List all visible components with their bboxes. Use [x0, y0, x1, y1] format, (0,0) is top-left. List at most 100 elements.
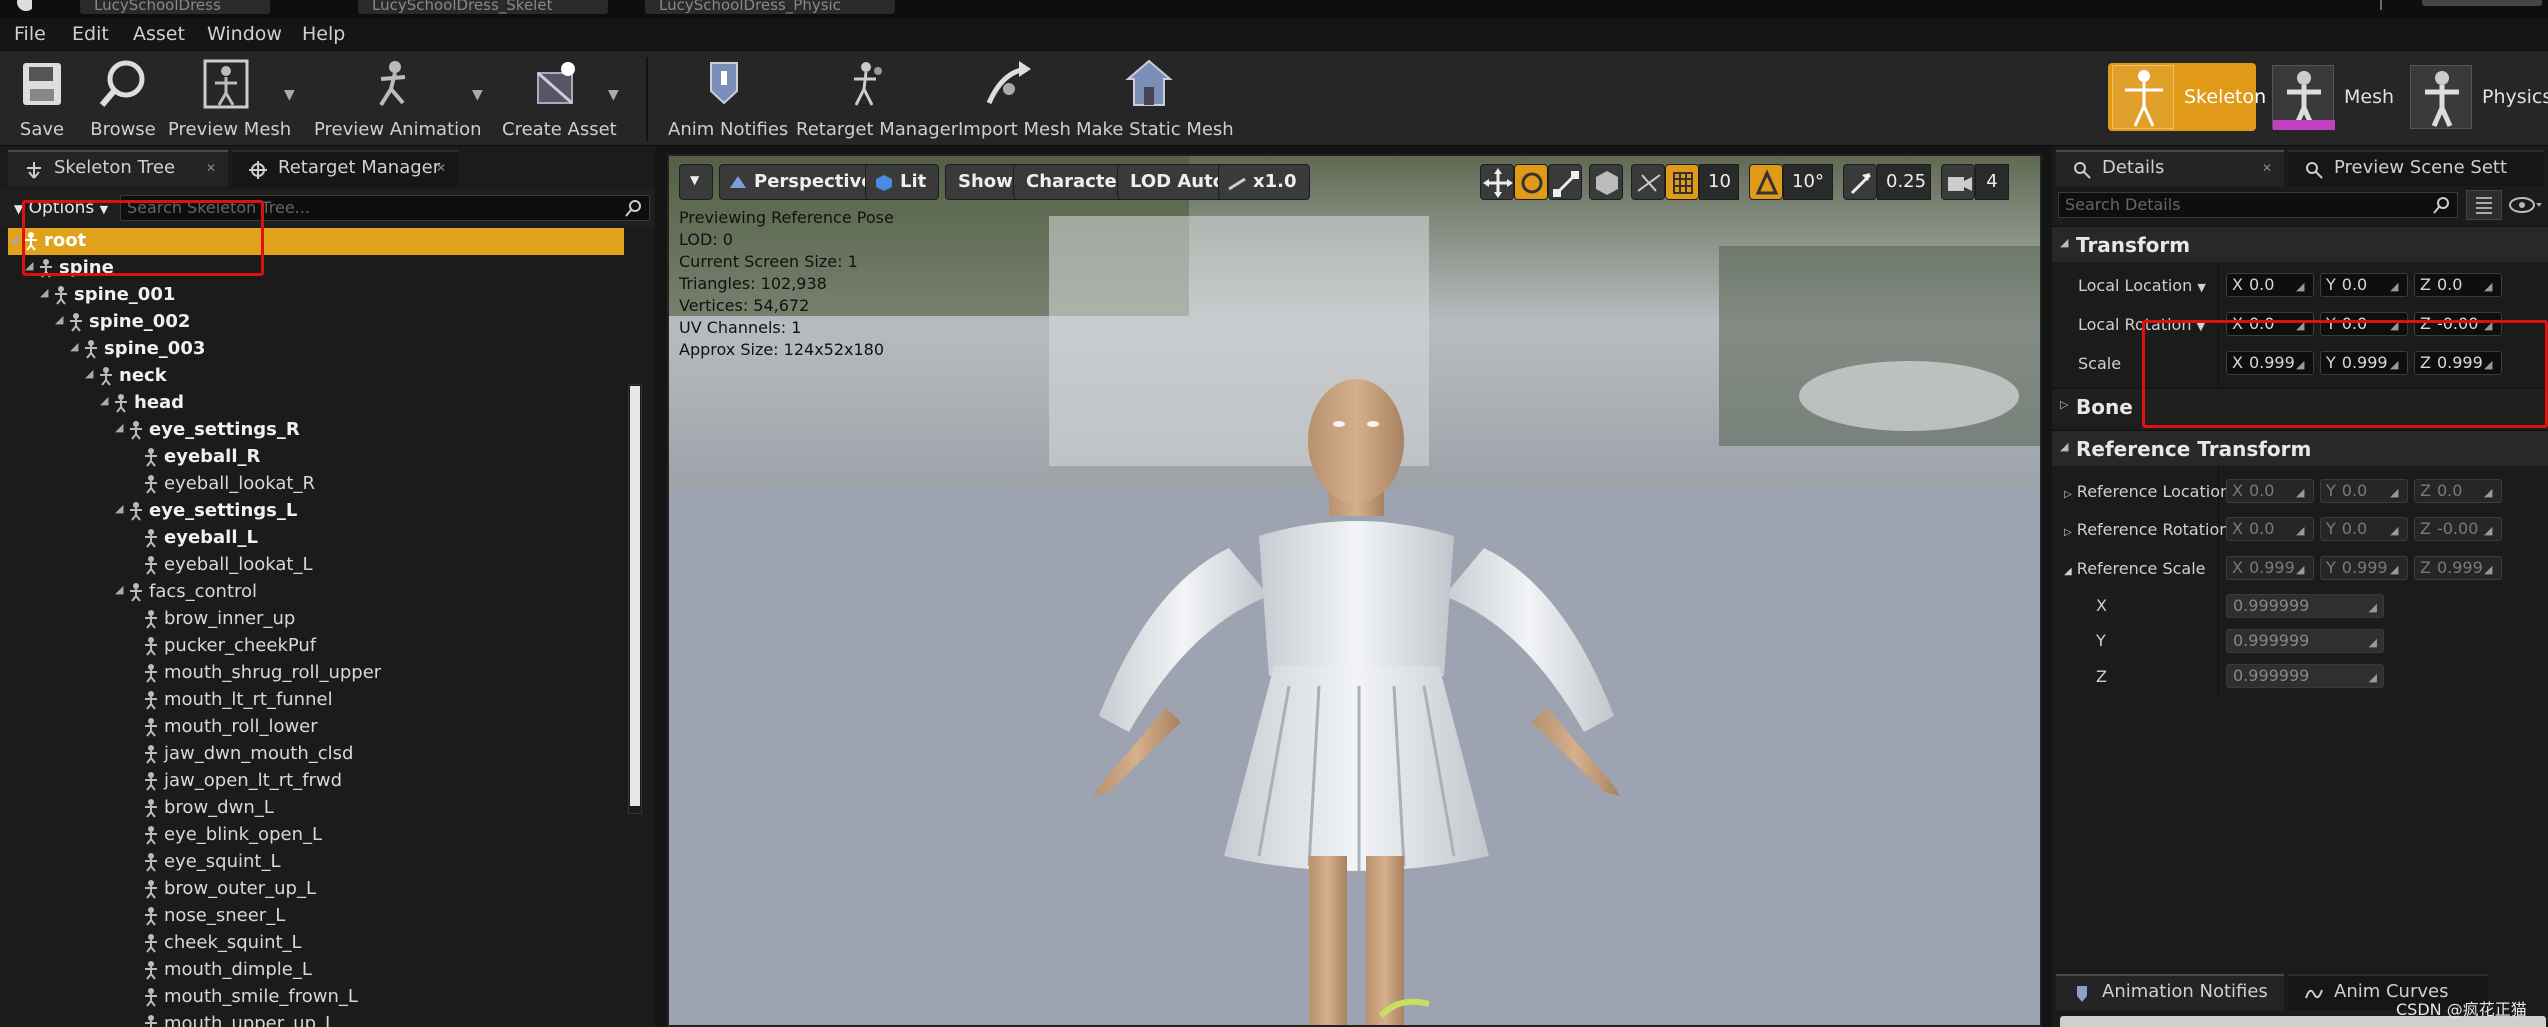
- spin-icon[interactable]: ◢: [2296, 520, 2310, 537]
- tree-row[interactable]: mouth_smile_frown_L: [8, 984, 624, 1011]
- spin-icon[interactable]: ◢: [2296, 482, 2310, 499]
- surface-snap-button[interactable]: [1631, 164, 1665, 200]
- tree-row[interactable]: ◢ eye_settings_L: [8, 498, 624, 525]
- tree-row[interactable]: mouth_shrug_roll_upper: [8, 660, 624, 687]
- expand-arrow-icon[interactable]: ◢: [70, 340, 78, 353]
- make-static-mesh-button[interactable]: Make Static Mesh: [1076, 57, 1234, 143]
- expand-arrow-icon[interactable]: ◢: [115, 583, 123, 596]
- reference-transform-section-header[interactable]: ◢ Reference Transform: [2052, 430, 2548, 466]
- local-location-y-field[interactable]: Y 0.0 ◢: [2320, 273, 2408, 297]
- import-mesh-button[interactable]: Import Mesh: [958, 57, 1071, 143]
- preview-mesh-button[interactable]: Preview Mesh: [168, 57, 291, 143]
- doc-tab-skeleton[interactable]: LucySchoolDress_Skelet: [358, 0, 608, 14]
- tab-skeleton-tree[interactable]: Skeleton Tree ✕: [8, 150, 228, 186]
- spin-icon[interactable]: ◢: [2390, 276, 2404, 293]
- preview-mesh-dropdown-icon[interactable]: ▼: [284, 87, 295, 103]
- menu-file[interactable]: File: [14, 23, 46, 45]
- tree-row[interactable]: nose_sneer_L: [8, 903, 624, 930]
- local-location-z-field[interactable]: Z 0.0 ◢: [2414, 273, 2502, 297]
- tree-row[interactable]: mouth_dimple_L: [8, 957, 624, 984]
- anim-notifies-button[interactable]: Anim Notifies: [668, 57, 788, 143]
- world-local-toggle[interactable]: [1589, 164, 1623, 200]
- camera-speed-value[interactable]: 4: [1975, 164, 2009, 200]
- tree-row[interactable]: brow_dwn_L: [8, 795, 624, 822]
- details-search-field[interactable]: Search Details: [2058, 192, 2458, 218]
- tree-row[interactable]: ◢ spine_003: [8, 336, 624, 363]
- mode-skeleton-button[interactable]: Skeleton: [2108, 63, 2266, 131]
- doc-tab-mesh[interactable]: LucySchoolDress: [80, 0, 270, 14]
- perspective-button[interactable]: Perspective: [719, 164, 887, 200]
- preview-animation-dropdown-icon[interactable]: ▼: [472, 87, 483, 103]
- menu-help[interactable]: Help: [302, 23, 345, 45]
- spin-icon[interactable]: ◢: [2390, 482, 2404, 499]
- tab-retarget-manager[interactable]: Retarget Manager ✕: [232, 150, 458, 186]
- rotation-snap-value[interactable]: 10°: [1783, 164, 1833, 200]
- tree-row[interactable]: mouth_lt_rt_funnel: [8, 687, 624, 714]
- doc-tab-physics[interactable]: LucySchoolDress_Physic: [645, 0, 895, 14]
- browse-button[interactable]: Browse: [88, 57, 158, 143]
- scale-snap-toggle[interactable]: [1843, 164, 1877, 200]
- playback-speed-button[interactable]: x1.0: [1218, 164, 1310, 200]
- save-button[interactable]: Save: [10, 57, 74, 143]
- expand-arrow-icon[interactable]: ◢: [115, 502, 123, 515]
- tree-row[interactable]: eyeball_R: [8, 444, 624, 471]
- tree-scrollbar-thumb[interactable]: [630, 386, 640, 806]
- transform-section-header[interactable]: ◢ Transform: [2052, 226, 2548, 262]
- grid-snap-toggle[interactable]: [1665, 164, 1699, 200]
- tree-row[interactable]: brow_outer_up_L: [8, 876, 624, 903]
- local-location-x-field[interactable]: X 0.0 ◢: [2226, 273, 2314, 297]
- spin-icon[interactable]: ◢: [2296, 559, 2310, 576]
- visibility-filter-button[interactable]: [2508, 194, 2544, 216]
- create-asset-dropdown-icon[interactable]: ▼: [608, 87, 619, 103]
- rotate-mode-button[interactable]: [1514, 164, 1548, 200]
- tree-row[interactable]: cheek_squint_L: [8, 930, 624, 957]
- close-icon[interactable]: ✕: [206, 152, 216, 184]
- reference-scale-label[interactable]: ◢ Reference Scale: [2064, 559, 2206, 578]
- mode-physics-button[interactable]: Physics: [2410, 63, 2548, 131]
- scale-mode-button[interactable]: [1548, 164, 1582, 200]
- tree-row[interactable]: eyeball_lookat_R: [8, 471, 624, 498]
- tree-row[interactable]: mouth_roll_lower: [8, 714, 624, 741]
- create-asset-button[interactable]: Create Asset: [502, 57, 617, 143]
- preview-viewport[interactable]: ▼ Perspective Lit Show Character LOD Aut…: [667, 154, 2042, 1027]
- reference-rotation-label[interactable]: ▷ Reference Rotation: [2064, 520, 2229, 539]
- tab-details[interactable]: Details ✕: [2056, 150, 2284, 186]
- tree-row[interactable]: pucker_cheekPuf: [8, 633, 624, 660]
- tree-row[interactable]: ◢ facs_control: [8, 579, 624, 606]
- spin-icon[interactable]: ◢: [2390, 559, 2404, 576]
- tree-row[interactable]: ◢ head: [8, 390, 624, 417]
- spin-icon[interactable]: ◢: [2296, 276, 2310, 293]
- tree-row[interactable]: jaw_open_lt_rt_frwd: [8, 768, 624, 795]
- tree-row[interactable]: mouth_upper_up_L: [8, 1011, 624, 1027]
- menu-asset[interactable]: Asset: [133, 23, 185, 45]
- rotation-snap-toggle[interactable]: [1749, 164, 1783, 200]
- window-controls[interactable]: [2422, 0, 2542, 6]
- tree-row[interactable]: ◢ eye_settings_R: [8, 417, 624, 444]
- preview-animation-button[interactable]: Preview Animation: [314, 57, 482, 143]
- spin-icon[interactable]: ◢: [2484, 482, 2498, 499]
- camera-speed-button[interactable]: [1941, 164, 1975, 200]
- expand-arrow-icon[interactable]: ◢: [85, 367, 93, 380]
- spin-icon[interactable]: ◢: [2484, 520, 2498, 537]
- translate-mode-button[interactable]: [1480, 164, 1514, 200]
- menu-window[interactable]: Window: [207, 23, 282, 45]
- expand-arrow-icon[interactable]: ◢: [40, 286, 48, 299]
- close-icon[interactable]: ✕: [436, 152, 446, 184]
- tab-preview-scene-settings[interactable]: Preview Scene Sett: [2288, 150, 2544, 186]
- tree-row[interactable]: ◢ spine_001: [8, 282, 624, 309]
- tab-animation-notifies[interactable]: Animation Notifies: [2056, 974, 2284, 1010]
- tree-row[interactable]: brow_inner_up: [8, 606, 624, 633]
- tree-row[interactable]: eye_squint_L: [8, 849, 624, 876]
- property-matrix-button[interactable]: [2466, 190, 2502, 220]
- retarget-manager-button[interactable]: Retarget Manager: [796, 57, 958, 143]
- mode-mesh-button[interactable]: Mesh: [2272, 63, 2402, 131]
- scale-snap-value[interactable]: 0.25: [1877, 164, 1931, 200]
- tree-row[interactable]: eyeball_L: [8, 525, 624, 552]
- expand-arrow-icon[interactable]: ◢: [115, 421, 123, 434]
- tree-row[interactable]: eye_blink_open_L: [8, 822, 624, 849]
- tree-row[interactable]: eyeball_lookat_L: [8, 552, 624, 579]
- reference-location-label[interactable]: ▷ Reference Location: [2064, 482, 2230, 501]
- menu-edit[interactable]: Edit: [72, 23, 109, 45]
- tree-row[interactable]: ◢ neck: [8, 363, 624, 390]
- grid-snap-value[interactable]: 10: [1699, 164, 1739, 200]
